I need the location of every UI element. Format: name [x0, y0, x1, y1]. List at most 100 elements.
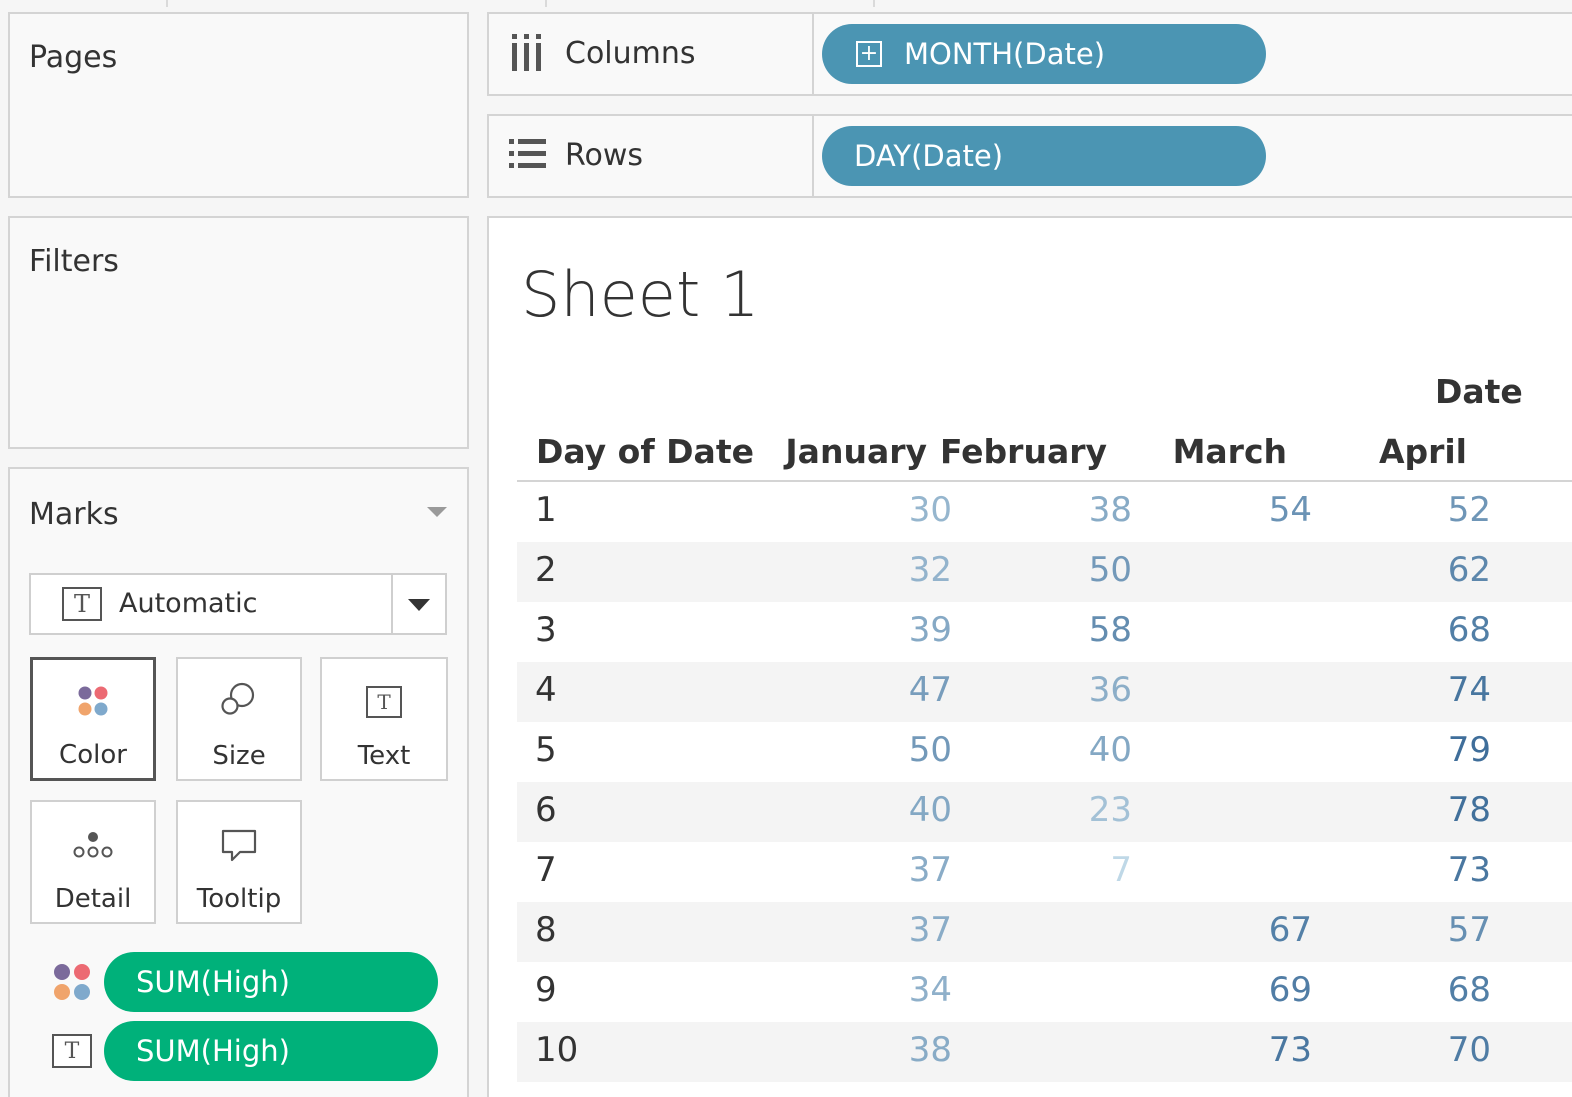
text-mark-icon: T [62, 587, 102, 621]
value-cell[interactable]: 23 [992, 790, 1132, 830]
value-cell[interactable]: 79 [1351, 730, 1491, 770]
shelf-divider [812, 116, 814, 196]
size-icon [221, 682, 255, 715]
value-cell[interactable]: 67 [1172, 910, 1312, 950]
rows-shelf[interactable]: Rows DAY(Date) [487, 114, 1572, 198]
value-cell[interactable]: 39 [812, 610, 952, 650]
day-label[interactable]: 2 [535, 550, 557, 590]
day-date-pill[interactable]: DAY(Date) [822, 126, 1266, 186]
value-cell[interactable]: 47 [812, 670, 952, 710]
detail-icon [73, 832, 113, 858]
text-button[interactable]: T Text [320, 657, 448, 781]
marks-menu-caret-icon[interactable] [427, 507, 447, 517]
toolbar-divider [166, 0, 168, 7]
filters-card[interactable]: Filters [8, 216, 469, 449]
value-cell[interactable]: 58 [992, 610, 1132, 650]
dropdown-separator [391, 575, 393, 633]
marks-card: Marks T Automatic Color Size T Text Deta… [8, 467, 469, 1097]
detail-button-label: Detail [54, 884, 132, 914]
viz-area: Sheet 1 Date Day of Date January Februar… [487, 216, 1572, 1097]
month-header[interactable]: February [907, 432, 1107, 471]
text-field-pill[interactable]: SUM(High) [104, 1021, 438, 1081]
columns-shelf-label: Columns [565, 36, 696, 71]
day-label[interactable]: 6 [535, 790, 557, 830]
value-cell[interactable]: 7 [992, 850, 1132, 890]
toolbar-divider [545, 0, 547, 7]
size-button[interactable]: Size [176, 657, 302, 781]
toolbar-edge [0, 0, 1572, 8]
month-date-pill[interactable]: + MONTH(Date) [822, 24, 1266, 84]
text-icon: T [366, 686, 402, 718]
month-header[interactable]: January [727, 432, 927, 471]
row-header[interactable]: Day of Date [536, 432, 754, 471]
value-cell[interactable]: 73 [1351, 850, 1491, 890]
value-cell[interactable]: 34 [812, 970, 952, 1010]
day-label[interactable]: 10 [535, 1030, 578, 1070]
value-cell[interactable]: 78 [1351, 790, 1491, 830]
color-palette-icon [78, 686, 108, 716]
text-encoding-icon: T [52, 1034, 92, 1068]
value-cell[interactable]: 37 [812, 850, 952, 890]
value-cell[interactable]: 70 [1351, 1030, 1491, 1070]
value-cell[interactable]: 62 [1351, 550, 1491, 590]
day-label[interactable]: 3 [535, 610, 557, 650]
rows-icon [509, 139, 546, 168]
value-cell[interactable]: 38 [992, 490, 1132, 530]
value-cell[interactable]: 50 [812, 730, 952, 770]
value-cell[interactable]: 73 [1172, 1030, 1312, 1070]
table-row: 9 34 69 68 [517, 962, 1572, 1022]
tooltip-button[interactable]: Tooltip [176, 800, 302, 924]
rows-shelf-label: Rows [565, 138, 644, 173]
color-button[interactable]: Color [30, 657, 156, 781]
value-cell[interactable]: 32 [812, 550, 952, 590]
table-row: 6 40 23 78 [517, 782, 1572, 842]
month-date-pill-label: MONTH(Date) [904, 37, 1106, 71]
table-row: 2 32 50 62 [517, 542, 1572, 602]
color-button-label: Color [59, 740, 127, 770]
value-cell[interactable]: 52 [1351, 490, 1491, 530]
value-cell[interactable]: 30 [812, 490, 952, 530]
day-label[interactable]: 8 [535, 910, 557, 950]
day-label[interactable]: 4 [535, 670, 557, 710]
table-row: 7 37 7 73 [517, 842, 1572, 902]
value-cell[interactable]: 36 [992, 670, 1132, 710]
tooltip-button-label: Tooltip [196, 884, 282, 914]
text-button-label: Text [357, 741, 411, 771]
chevron-down-icon [408, 599, 430, 611]
tableau-worksheet: Pages Filters Marks T Automatic Color Si… [0, 0, 1572, 1097]
value-cell[interactable]: 68 [1351, 610, 1491, 650]
day-label[interactable]: 1 [535, 490, 557, 530]
color-field-pill[interactable]: SUM(High) [104, 952, 438, 1012]
column-field-title[interactable]: Date [1435, 372, 1523, 411]
color-encoding-icon [54, 964, 90, 1000]
filters-title: Filters [29, 244, 119, 279]
columns-shelf[interactable]: Columns + MONTH(Date) [487, 12, 1572, 96]
mark-type-label: Automatic [119, 588, 258, 619]
value-cell[interactable]: 38 [812, 1030, 952, 1070]
table-row: 3 39 58 68 [517, 602, 1572, 662]
tooltip-icon [221, 829, 257, 862]
value-cell[interactable]: 57 [1351, 910, 1491, 950]
marks-title: Marks [29, 497, 119, 532]
expand-icon[interactable]: + [856, 41, 882, 67]
value-cell[interactable]: 40 [992, 730, 1132, 770]
month-header[interactable]: March [1087, 432, 1287, 471]
day-label[interactable]: 9 [535, 970, 557, 1010]
value-cell[interactable]: 69 [1172, 970, 1312, 1010]
value-cell[interactable]: 50 [992, 550, 1132, 590]
value-cell[interactable]: 74 [1351, 670, 1491, 710]
value-cell[interactable]: 54 [1172, 490, 1312, 530]
pages-card[interactable]: Pages [8, 12, 469, 198]
mark-type-dropdown[interactable]: T Automatic [29, 573, 447, 635]
sheet-title[interactable]: Sheet 1 [521, 258, 759, 331]
day-label[interactable]: 7 [535, 850, 557, 890]
value-cell[interactable]: 40 [812, 790, 952, 830]
toolbar-divider [873, 0, 875, 7]
shelf-divider [812, 14, 814, 94]
value-cell[interactable]: 68 [1351, 970, 1491, 1010]
value-cell[interactable]: 37 [812, 910, 952, 950]
table-row: 1 30 38 54 52 [517, 482, 1572, 542]
day-label[interactable]: 5 [535, 730, 557, 770]
month-header[interactable]: April [1267, 432, 1467, 471]
detail-button[interactable]: Detail [30, 800, 156, 924]
